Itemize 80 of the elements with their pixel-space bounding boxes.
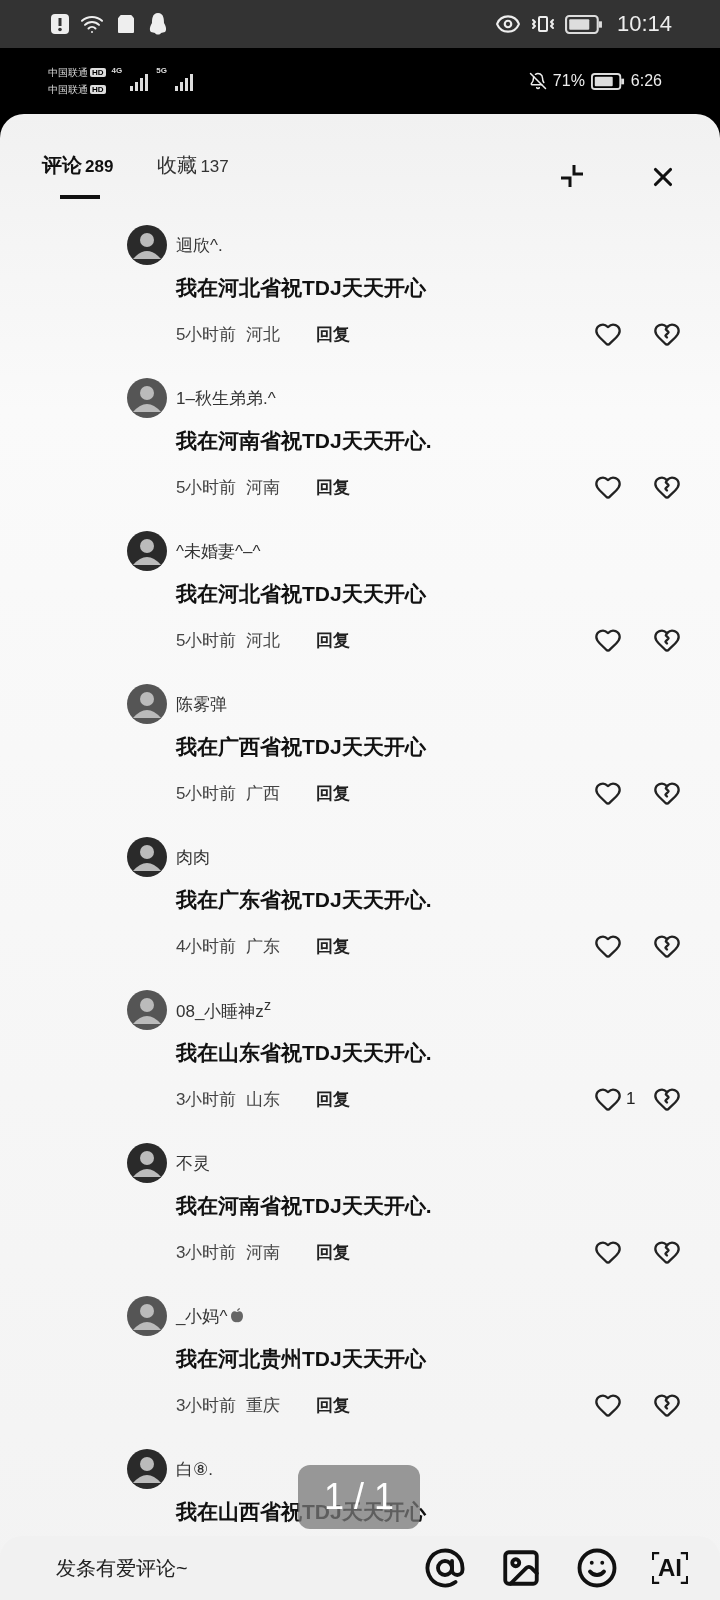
dislike-button[interactable] bbox=[653, 1391, 681, 1419]
comment-location: 广西 bbox=[246, 782, 281, 805]
reply-link[interactable]: 回复 bbox=[316, 628, 351, 652]
reply-link[interactable]: 回复 bbox=[316, 1087, 351, 1111]
like-button[interactable]: 1 bbox=[594, 1085, 642, 1113]
comment-time: 4小时前 bbox=[176, 935, 237, 958]
mention-icon[interactable] bbox=[424, 1547, 466, 1589]
username[interactable]: _小妈^ bbox=[176, 1304, 228, 1328]
reply-link[interactable]: 回复 bbox=[316, 1393, 351, 1417]
comment-location: 山东 bbox=[246, 1088, 281, 1111]
emoji-icon[interactable] bbox=[576, 1547, 618, 1589]
battery-percent: 71% bbox=[552, 72, 585, 90]
avatar[interactable] bbox=[127, 378, 167, 418]
dislike-button[interactable] bbox=[653, 1085, 681, 1113]
avatar[interactable] bbox=[127, 531, 167, 571]
username[interactable]: 不灵 bbox=[176, 1151, 210, 1175]
dislike-button[interactable] bbox=[653, 779, 681, 807]
carrier-name: 中国联通 bbox=[48, 65, 88, 80]
dislike-button[interactable] bbox=[653, 320, 681, 348]
avatar[interactable] bbox=[127, 225, 167, 265]
reply-link[interactable]: 回复 bbox=[316, 1240, 351, 1264]
network-type: 5G bbox=[156, 66, 167, 75]
alert-icon bbox=[50, 13, 70, 35]
comment-time: 5小时前 bbox=[176, 782, 237, 805]
tab[interactable]: 收藏 137 bbox=[157, 152, 229, 199]
comment-input[interactable]: 发条有爱评论~ bbox=[54, 1555, 390, 1581]
clock: 10:14 bbox=[616, 11, 672, 37]
tab[interactable]: 评论289 bbox=[42, 152, 114, 199]
hd-badge: HD bbox=[90, 85, 106, 94]
comment-location: 河北 bbox=[246, 629, 281, 652]
username[interactable]: 陈雾弹 bbox=[176, 692, 227, 716]
avatar[interactable] bbox=[127, 1449, 167, 1489]
reply-link[interactable]: 回复 bbox=[316, 475, 351, 499]
hd-badge: HD bbox=[90, 68, 106, 77]
collapse-icon[interactable] bbox=[558, 162, 586, 190]
comment-time: 3小时前 bbox=[176, 1394, 237, 1417]
comment-text: 我在河南省祝TDJ天天开心. bbox=[176, 428, 433, 454]
image-icon[interactable] bbox=[500, 1547, 542, 1589]
comment-text: 我在河北贵州TDJ天天开心 bbox=[176, 1346, 427, 1372]
comment-time: 3小时前 bbox=[176, 1088, 237, 1111]
comment-text: 我在河北省祝TDJ天天开心 bbox=[176, 275, 427, 301]
avatar[interactable] bbox=[127, 837, 167, 877]
battery-icon bbox=[564, 14, 603, 34]
avatar[interactable] bbox=[127, 1143, 167, 1183]
username[interactable]: ^未婚妻^–^ bbox=[176, 539, 261, 563]
comment-text: 我在河北省祝TDJ天天开心 bbox=[176, 581, 427, 607]
comment-text: 我在河南省祝TDJ天天开心. bbox=[176, 1193, 433, 1219]
dislike-button[interactable] bbox=[653, 932, 681, 960]
ai-button[interactable]: AI bbox=[652, 1552, 688, 1584]
avatar[interactable] bbox=[127, 1296, 167, 1336]
comment-text: 我在广西省祝TDJ天天开心 bbox=[176, 734, 427, 760]
reply-link[interactable]: 回复 bbox=[316, 934, 351, 958]
comment-time: 3小时前 bbox=[176, 1241, 237, 1264]
bell-off-icon bbox=[528, 72, 547, 90]
comment-location: 河南 bbox=[246, 1241, 281, 1264]
username[interactable]: 白⑧. bbox=[176, 1457, 213, 1481]
username[interactable]: 肉肉 bbox=[176, 845, 210, 869]
comment-location: 河北 bbox=[246, 323, 281, 346]
comment-location: 广东 bbox=[246, 935, 281, 958]
comment-location: 河南 bbox=[246, 476, 281, 499]
battery-icon bbox=[590, 72, 625, 90]
username[interactable]: 迴欣^. bbox=[176, 233, 223, 257]
comment-location: 重庆 bbox=[246, 1394, 281, 1417]
dislike-button[interactable] bbox=[653, 473, 681, 501]
dislike-button[interactable] bbox=[653, 1238, 681, 1266]
comment-text: 我在广东省祝TDJ天天开心. bbox=[176, 887, 433, 913]
clock: 6:26 bbox=[630, 72, 662, 90]
username[interactable]: 1–秋生弟弟.^ bbox=[176, 386, 276, 410]
comment-text: 我在山东省祝TDJ天天开心. bbox=[176, 1040, 433, 1066]
comment-time: 5小时前 bbox=[176, 629, 237, 652]
username[interactable]: 08_小睡神z$^{z}$ bbox=[176, 997, 271, 1023]
carrier-name: 中国联通 bbox=[48, 82, 88, 97]
dislike-button[interactable] bbox=[653, 626, 681, 654]
avatar[interactable] bbox=[127, 684, 167, 724]
reply-link[interactable]: 回复 bbox=[316, 322, 351, 346]
network-type: 4G bbox=[111, 66, 123, 75]
comment-time: 5小时前 bbox=[176, 323, 237, 346]
reply-link[interactable]: 回复 bbox=[316, 781, 351, 805]
comment-time: 5小时前 bbox=[176, 476, 237, 499]
avatar[interactable] bbox=[127, 990, 167, 1030]
